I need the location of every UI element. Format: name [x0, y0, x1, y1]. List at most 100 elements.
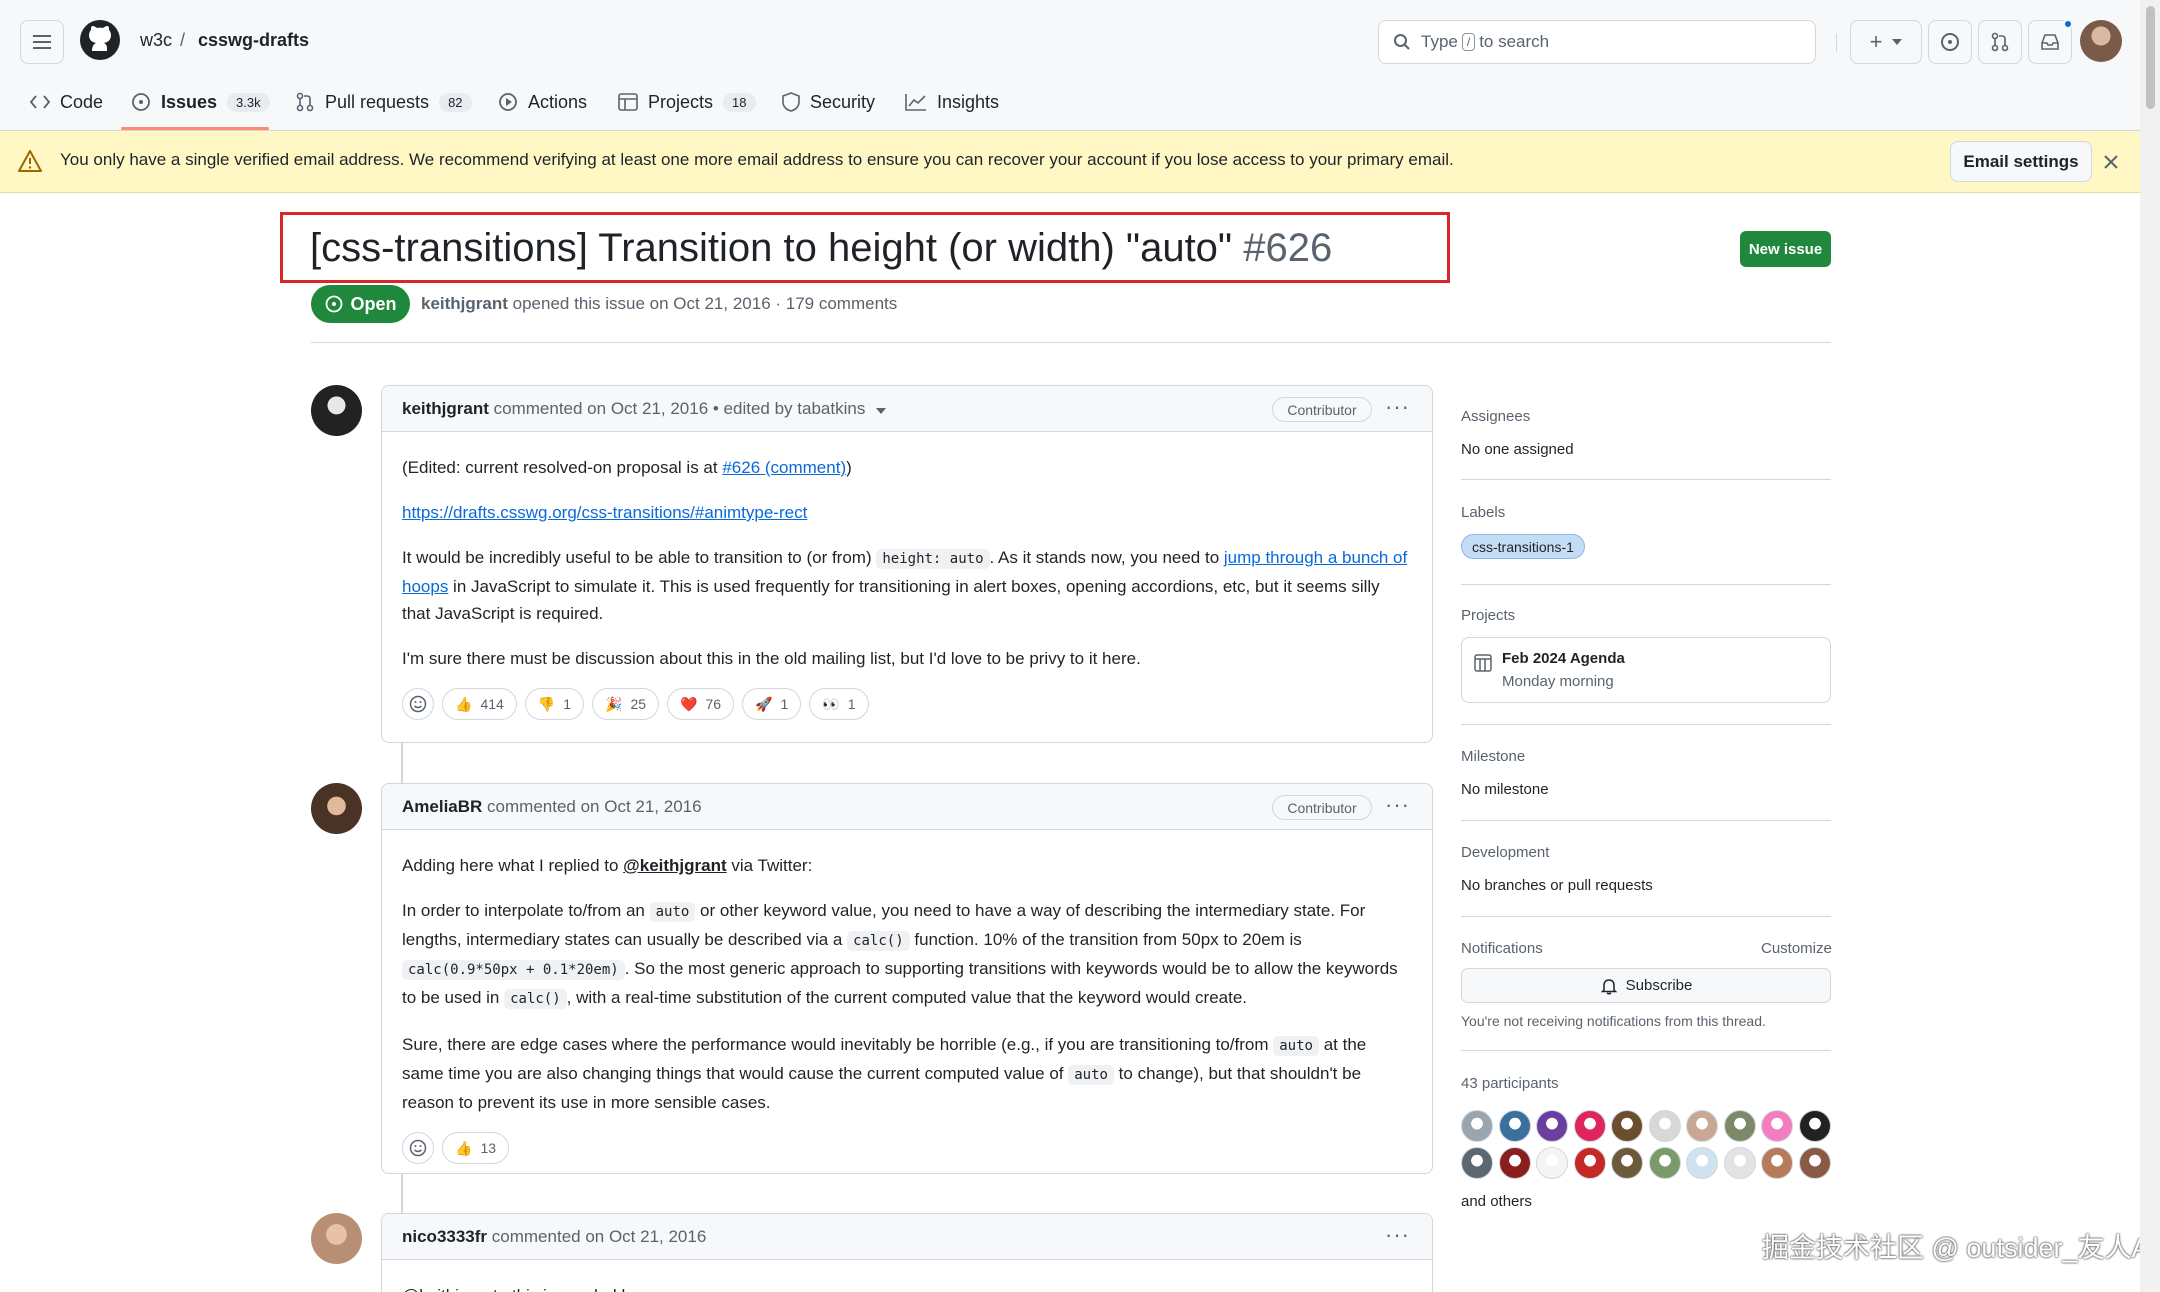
- user-avatar[interactable]: [2080, 20, 2122, 62]
- participant-avatar[interactable]: [1461, 1110, 1493, 1142]
- projects-heading[interactable]: Projects: [1461, 607, 1515, 624]
- bell-icon: [1600, 978, 1617, 994]
- add-reaction-button[interactable]: [402, 688, 434, 720]
- participant-avatar[interactable]: [1798, 1110, 1831, 1142]
- tab-pull-requests[interactable]: Pull requests 82: [295, 84, 472, 120]
- tab-security[interactable]: Security: [782, 84, 875, 120]
- issues-button[interactable]: [1928, 20, 1972, 64]
- tab-insights[interactable]: Insights: [905, 84, 999, 120]
- reaction-eyes[interactable]: 👀 1: [809, 688, 869, 720]
- reaction-thumbs-up[interactable]: 👍 13: [442, 1132, 510, 1164]
- create-new-button[interactable]: +: [1850, 20, 1922, 64]
- participant-avatar[interactable]: [1648, 1147, 1681, 1179]
- scrollbar-thumb[interactable]: [2146, 6, 2155, 109]
- tab-code[interactable]: Code: [30, 84, 103, 120]
- tab-actions[interactable]: Actions: [498, 84, 587, 120]
- notification-dot: [2063, 19, 2073, 29]
- reaction-heart[interactable]: ❤️ 76: [667, 688, 735, 720]
- paragraph: https://drafts.csswg.org/css-transitions…: [402, 499, 1412, 526]
- git-pull-request-icon: [296, 92, 314, 112]
- reaction-emoji: 🎉: [605, 695, 623, 712]
- comment-meta: commented on Oct 21, 2016: [487, 797, 702, 816]
- scrollbar[interactable]: [2140, 0, 2160, 1292]
- pull-requests-count-badge: 82: [439, 92, 472, 112]
- reaction-thumbs-up[interactable]: 👍 414: [442, 688, 517, 720]
- smiley-icon: [409, 695, 427, 713]
- label-pill[interactable]: css-transitions-1: [1461, 534, 1585, 559]
- mention-link[interactable]: @keithjgrant: [623, 856, 726, 875]
- assignees-heading[interactable]: Assignees: [1461, 408, 1530, 425]
- comment-author[interactable]: keithjgrant: [402, 399, 489, 418]
- spec-link[interactable]: https://drafts.csswg.org/css-transitions…: [402, 503, 807, 522]
- reaction-count: 1: [780, 695, 789, 712]
- participant-avatar[interactable]: [1723, 1110, 1756, 1142]
- kebab-menu-icon[interactable]: ···: [1385, 394, 1410, 420]
- customize-link[interactable]: Customize: [1761, 940, 1832, 957]
- comment-author[interactable]: AmeliaBR: [402, 797, 482, 816]
- close-icon[interactable]: [2104, 155, 2118, 169]
- search-input[interactable]: Type / to search: [1378, 20, 1816, 64]
- reaction-emoji: 👀: [822, 695, 840, 712]
- project-card[interactable]: Feb 2024 Agenda Monday morning: [1461, 637, 1831, 703]
- text: ): [846, 458, 852, 477]
- org-link[interactable]: w3c: [140, 30, 172, 51]
- chevron-down-icon[interactable]: [876, 408, 887, 414]
- kebab-menu-icon[interactable]: ···: [1385, 1222, 1410, 1248]
- reaction-thumbs-down[interactable]: 👎 1: [524, 688, 585, 720]
- participant-avatar[interactable]: [1686, 1110, 1718, 1142]
- text: (Edited: current resolved-on proposal is…: [402, 458, 723, 477]
- smiley-icon: [409, 1139, 427, 1157]
- participant-avatar[interactable]: [1536, 1147, 1568, 1179]
- issue-opened-icon: [1941, 33, 1959, 51]
- milestone-heading[interactable]: Milestone: [1461, 748, 1525, 765]
- avatar[interactable]: [311, 1213, 362, 1264]
- participant-avatar[interactable]: [1686, 1147, 1718, 1179]
- avatar[interactable]: [311, 783, 362, 834]
- text: It would be incredibly useful to be able…: [402, 548, 877, 567]
- subscribe-button[interactable]: Subscribe: [1461, 968, 1831, 1003]
- kebab-menu-icon[interactable]: ···: [1385, 792, 1410, 818]
- repo-link[interactable]: csswg-drafts: [198, 30, 309, 51]
- github-logo-icon[interactable]: [79, 19, 121, 61]
- participant-avatar[interactable]: [1723, 1147, 1756, 1179]
- reaction-rocket[interactable]: 🚀 1: [742, 688, 802, 720]
- contributor-badge: Contributor: [1272, 397, 1372, 422]
- comment-author[interactable]: nico3333fr: [402, 1227, 487, 1246]
- labels-heading[interactable]: Labels: [1461, 504, 1505, 521]
- issue-author-link[interactable]: keithjgrant: [421, 294, 508, 313]
- participant-avatar[interactable]: [1498, 1110, 1531, 1142]
- hamburger-menu-button[interactable]: [20, 20, 64, 64]
- participant-avatar[interactable]: [1798, 1147, 1831, 1179]
- reaction-hooray[interactable]: 🎉 25: [592, 688, 660, 720]
- notifications-heading: Notifications: [1461, 940, 1543, 957]
- tab-label: Code: [60, 91, 104, 112]
- participant-avatar[interactable]: [1761, 1110, 1793, 1142]
- tab-label: Issues: [161, 91, 218, 112]
- add-reaction-button[interactable]: [402, 1132, 434, 1164]
- participant-avatar[interactable]: [1761, 1147, 1793, 1179]
- participant-avatar[interactable]: [1536, 1110, 1568, 1142]
- participant-avatar[interactable]: [1573, 1110, 1606, 1142]
- avatar[interactable]: [311, 385, 362, 436]
- email-settings-button[interactable]: Email settings: [1950, 141, 2092, 182]
- paragraph: (Edited: current resolved-on proposal is…: [402, 454, 1412, 481]
- reaction-count: 25: [630, 695, 647, 712]
- participant-avatar[interactable]: [1611, 1110, 1643, 1142]
- email-warning-banner: You only have a single verified email ad…: [0, 131, 2140, 193]
- pull-requests-button[interactable]: [1978, 20, 2022, 64]
- project-name[interactable]: Feb 2024 Agenda: [1502, 650, 1625, 667]
- participant-avatar[interactable]: [1573, 1147, 1606, 1179]
- participant-avatar[interactable]: [1611, 1147, 1643, 1179]
- tab-projects[interactable]: Projects 18: [618, 84, 756, 120]
- header-divider: [1836, 34, 1837, 52]
- development-heading[interactable]: Development: [1461, 844, 1549, 861]
- new-issue-button[interactable]: New issue: [1740, 231, 1831, 267]
- comment-link[interactable]: #626 (comment): [722, 458, 846, 477]
- divider: [311, 342, 1831, 343]
- paragraph: In order to interpolate to/from an auto …: [402, 897, 1412, 1013]
- participant-avatar[interactable]: [1461, 1147, 1493, 1179]
- issue-state-badge: Open: [311, 285, 410, 323]
- participant-avatar[interactable]: [1648, 1110, 1681, 1142]
- participant-avatar[interactable]: [1498, 1147, 1531, 1179]
- tab-issues[interactable]: Issues 3.3k: [131, 84, 270, 120]
